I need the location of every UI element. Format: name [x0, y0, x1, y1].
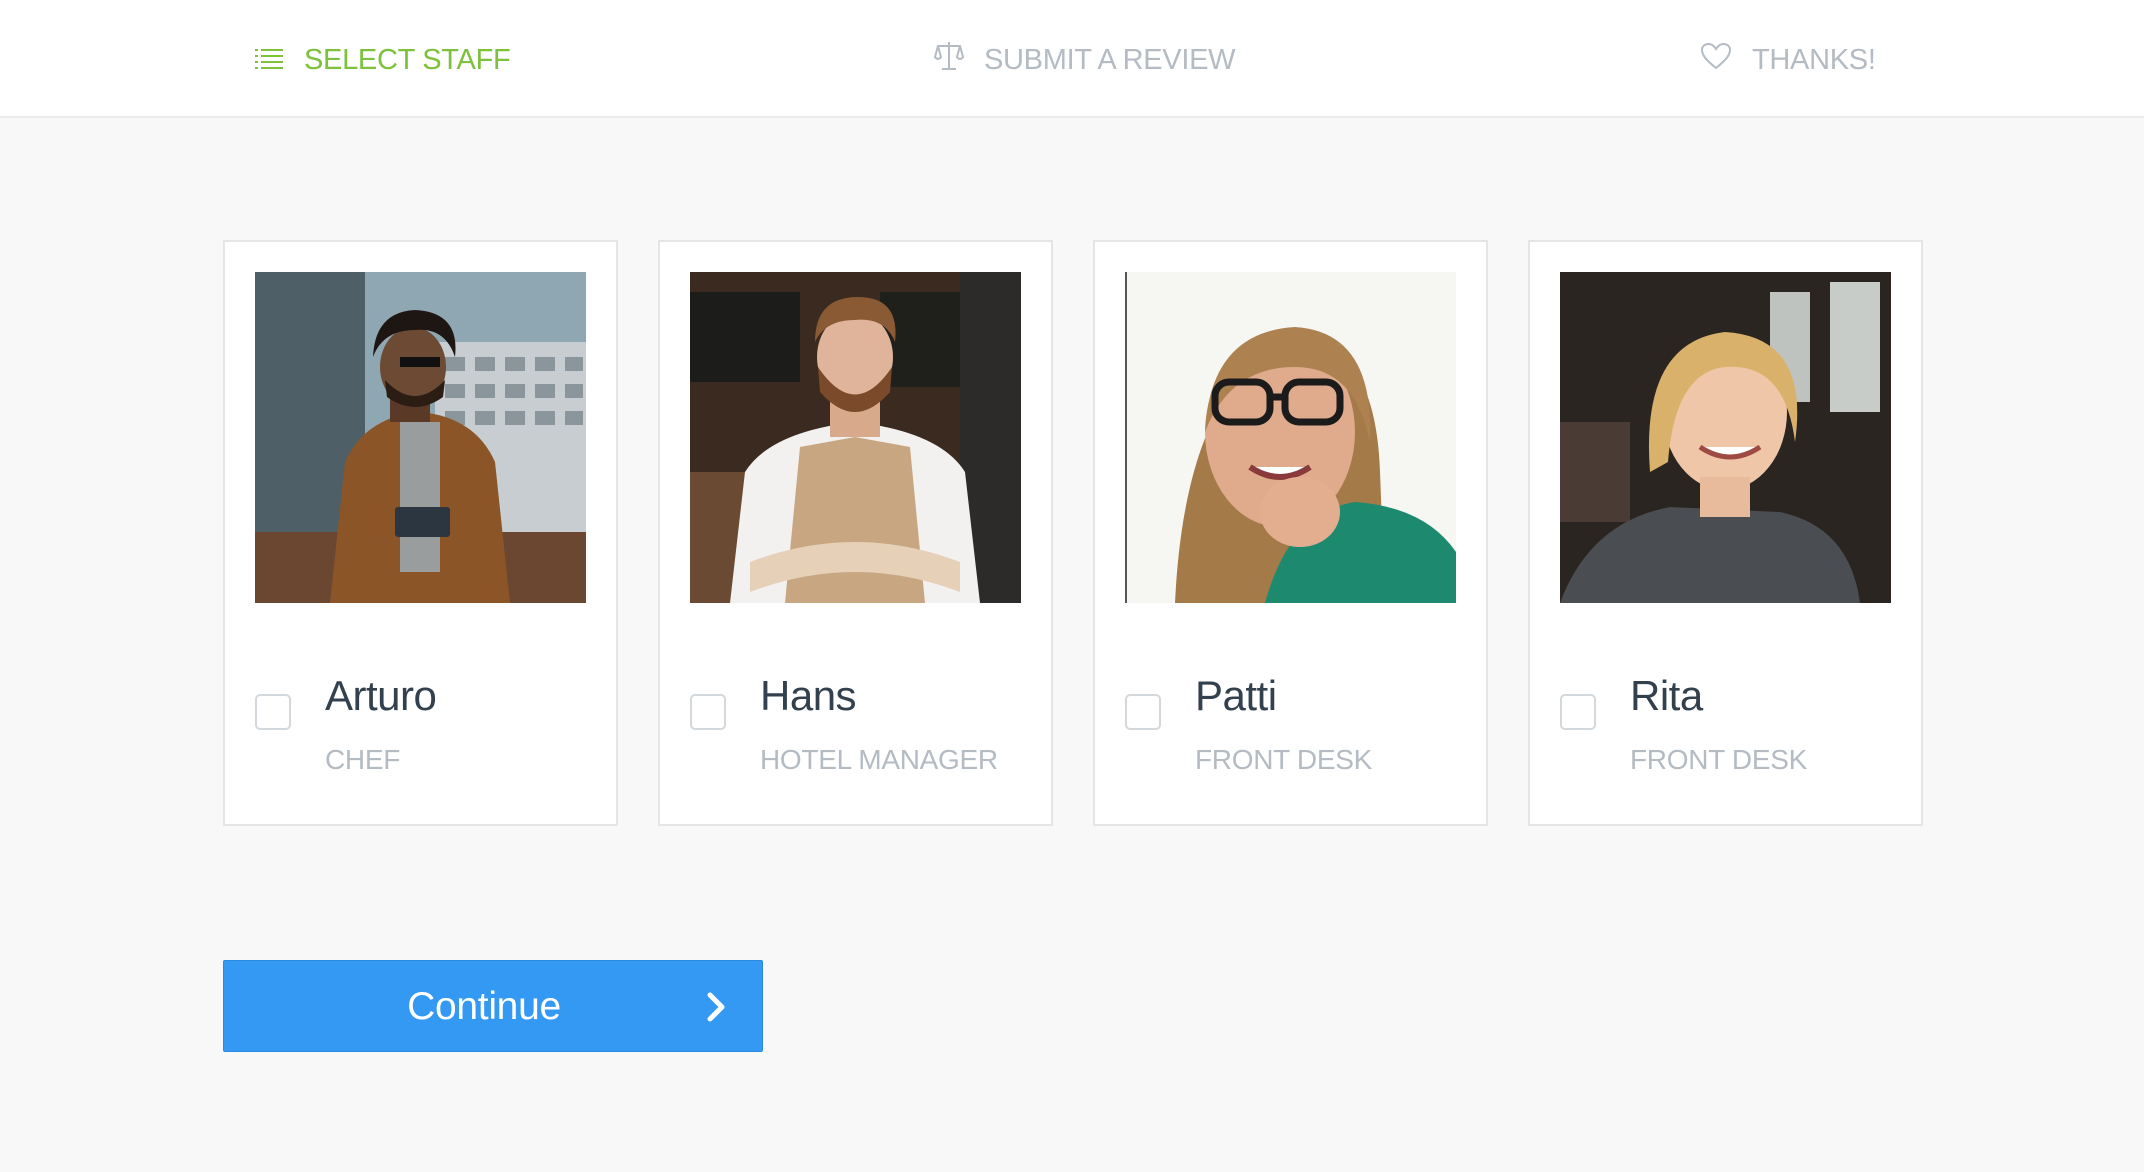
step-label: SUBMIT A REVIEW	[984, 43, 1236, 76]
staff-select-checkbox[interactable]	[690, 694, 726, 730]
staff-card-hans[interactable]: Hans HOTEL MANAGER	[658, 240, 1053, 826]
chevron-right-icon	[704, 989, 730, 1025]
staff-card-rita[interactable]: Rita FRONT DESK	[1528, 240, 1923, 826]
staff-role: HOTEL MANAGER	[760, 744, 998, 775]
continue-label: Continue	[407, 985, 561, 1028]
staff-photo	[255, 272, 586, 603]
staff-select-checkbox[interactable]	[255, 694, 291, 730]
staff-name: Arturo	[325, 672, 437, 719]
list-icon	[254, 44, 284, 77]
staff-select-checkbox[interactable]	[1125, 694, 1161, 730]
staff-photo	[690, 272, 1021, 603]
staff-name: Rita	[1630, 672, 1703, 719]
staff-photo	[1560, 272, 1891, 603]
staff-photo	[1125, 272, 1456, 603]
progress-steps-bar: SELECT STAFF SUBMIT A REVIEW THANKS!	[0, 0, 2144, 118]
step-select-staff[interactable]: SELECT STAFF	[254, 38, 511, 82]
scales-icon	[934, 40, 964, 80]
step-thanks[interactable]: THANKS!	[1700, 38, 1876, 82]
staff-name: Patti	[1195, 672, 1277, 719]
staff-card-patti[interactable]: Patti FRONT DESK	[1093, 240, 1488, 826]
continue-button[interactable]: Continue	[223, 960, 763, 1052]
staff-card-arturo[interactable]: Arturo CHEF	[223, 240, 618, 826]
step-label: SELECT STAFF	[304, 43, 511, 76]
staff-role: FRONT DESK	[1630, 744, 1807, 775]
staff-select-checkbox[interactable]	[1560, 694, 1596, 730]
heart-icon	[1700, 42, 1732, 78]
step-submit-review[interactable]: SUBMIT A REVIEW	[934, 38, 1236, 82]
staff-role: FRONT DESK	[1195, 744, 1372, 775]
staff-name: Hans	[760, 672, 857, 719]
step-label: THANKS!	[1752, 43, 1876, 76]
staff-role: CHEF	[325, 744, 401, 775]
